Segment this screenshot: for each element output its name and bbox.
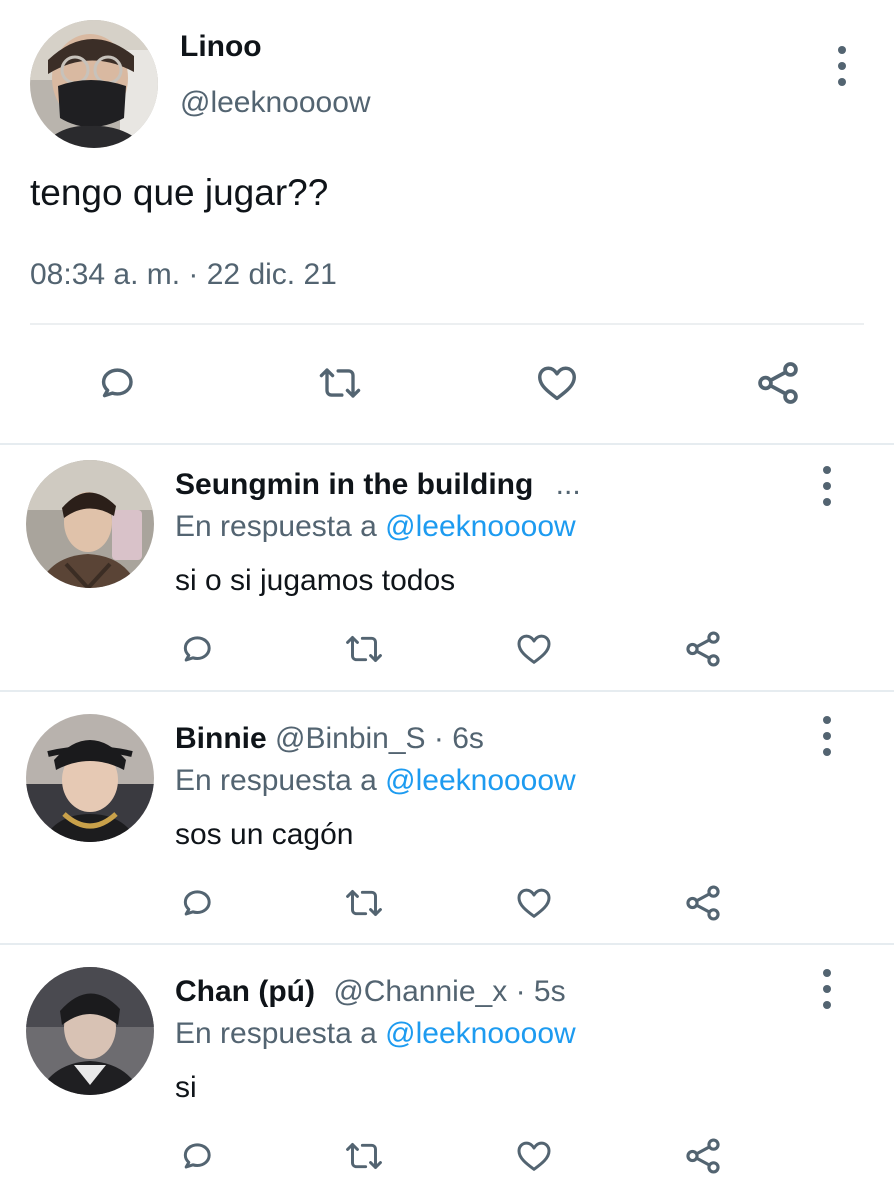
avatar[interactable] [26,714,154,842]
share-icon[interactable] [682,1135,724,1177]
retweet-icon[interactable] [340,1135,388,1177]
more-options-icon[interactable] [821,969,833,1009]
avatar[interactable] [26,967,154,1095]
reply-text: si o si jugamos todos [175,564,456,597]
reply-tweet[interactable]: Binnie @Binbin_S · 6s En respuesta a @le… [0,700,894,952]
more-options-icon[interactable] [836,46,848,86]
reply-time[interactable]: ... [556,468,581,501]
main-tweet: Linoo @leeknoooow tengo que jugar?? 08:3… [0,0,894,444]
mention-link[interactable]: @leeknoooow [385,764,576,797]
tweet-text: tengo que jugar?? [30,172,329,213]
author-name[interactable]: Seungmin in the building [175,468,533,501]
reply-time[interactable]: · 6s [434,722,484,755]
divider [0,690,894,692]
divider [0,443,894,445]
mention-link[interactable]: @leeknoooow [385,1017,576,1050]
divider [0,943,894,945]
reply-text: sos un cagón [175,818,354,851]
reply-prefix: En respuesta a [175,510,377,543]
reply-icon[interactable] [176,628,218,670]
reply-tweet[interactable]: Chan (pú) @Channie_x · 5s En respuesta a… [0,953,894,1200]
author-handle[interactable]: @Binbin_S [275,722,426,755]
share-icon[interactable] [752,358,804,408]
avatar[interactable] [30,20,158,148]
like-icon[interactable] [512,1135,556,1177]
author-handle[interactable]: @leeknoooow [180,86,371,120]
like-icon[interactable] [512,628,556,670]
reply-icon[interactable] [176,1135,218,1177]
reply-context: En respuesta a @leeknoooow [175,510,576,544]
divider [30,323,864,325]
author-name[interactable]: Chan (pú) [175,975,315,1008]
share-icon[interactable] [682,882,724,924]
author-name[interactable]: Binnie [175,722,267,755]
author-name[interactable]: Linoo [180,30,262,64]
mention-link[interactable]: @leeknoooow [385,510,576,543]
reply-time[interactable]: · 5s [516,975,566,1008]
retweet-icon[interactable] [312,358,368,408]
more-options-icon[interactable] [821,466,833,506]
reply-text: si [175,1071,197,1104]
retweet-icon[interactable] [340,882,388,924]
reply-prefix: En respuesta a [175,1017,377,1050]
avatar[interactable] [26,460,154,588]
reply-icon[interactable] [92,358,142,408]
reply-prefix: En respuesta a [175,764,377,797]
tweet-timestamp[interactable]: 08:34 a. m. · 22 dic. 21 [30,258,337,292]
reply-header: Seungmin in the building ... [175,468,581,502]
more-options-icon[interactable] [821,716,833,756]
author-handle[interactable]: @Channie_x [333,975,507,1008]
reply-header: Chan (pú) @Channie_x · 5s [175,975,566,1009]
reply-context: En respuesta a @leeknoooow [175,1017,576,1051]
share-icon[interactable] [682,628,724,670]
reply-icon[interactable] [176,882,218,924]
like-icon[interactable] [512,882,556,924]
reply-tweet[interactable]: Seungmin in the building ... En respuest… [0,446,894,698]
reply-context: En respuesta a @leeknoooow [175,764,576,798]
like-icon[interactable] [530,358,584,408]
reply-header: Binnie @Binbin_S · 6s [175,722,484,756]
retweet-icon[interactable] [340,628,388,670]
